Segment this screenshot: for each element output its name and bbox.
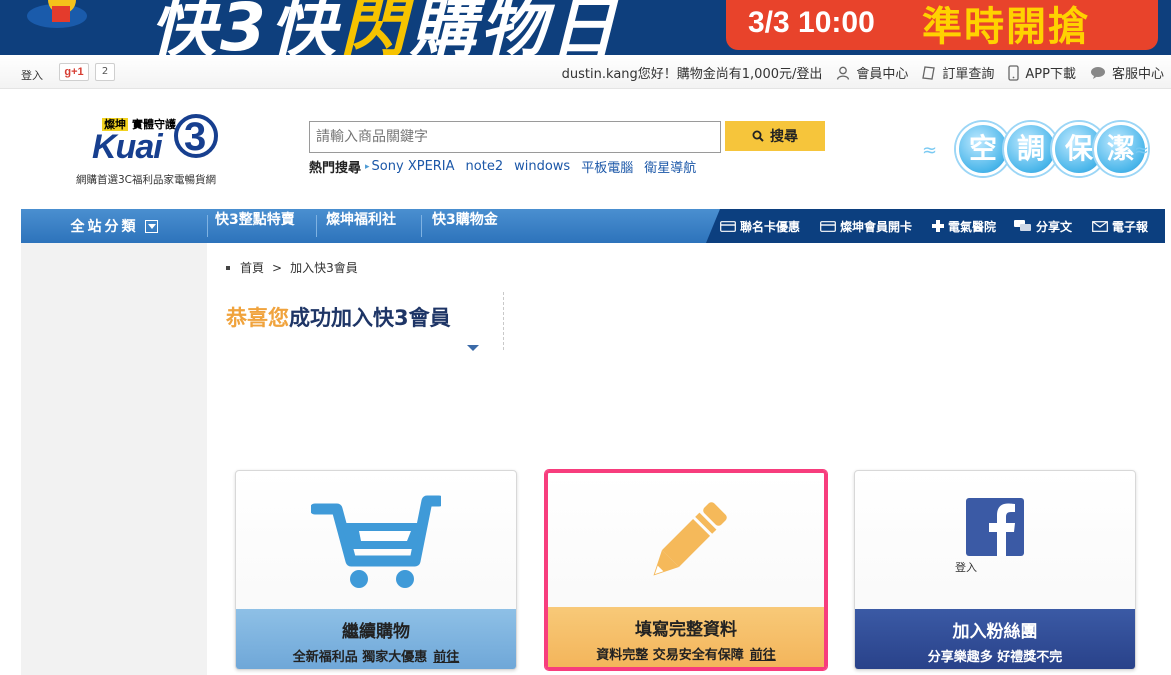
- user-menu: dustin.kang您好！購物金尚有1,000元/登出 會員中心 訂單查詢 A…: [548, 63, 1164, 82]
- join-fans-card[interactable]: 登入 加入粉絲團 分享樂趣多 好禮獎不完: [854, 470, 1136, 670]
- hot-keyword[interactable]: 衛星導航: [644, 157, 696, 176]
- banner-slogan: 快3快閃購物日: [150, 0, 620, 55]
- hot-keyword[interactable]: note2: [466, 159, 504, 174]
- breadcrumb-separator: >: [272, 260, 283, 275]
- card-footer: 加入粉絲團 分享樂趣多 好禮獎不完: [855, 609, 1135, 669]
- banner-time: 3/3 10:00: [748, 6, 875, 39]
- top-bar: 登入 g+1 2 dustin.kang您好！購物金尚有1,000元/登出 會員…: [0, 55, 1171, 89]
- banner-cta: 準時開搶: [922, 4, 1090, 50]
- nav-link[interactable]: 快3整點特賣: [215, 209, 295, 243]
- newsletter-link[interactable]: 電子報: [1092, 209, 1148, 243]
- greeting-text[interactable]: dustin.kang您好！購物金尚有1,000元/登出: [562, 63, 823, 82]
- page-title-highlight: 恭喜您: [226, 306, 289, 330]
- nav-link[interactable]: 燦坤福利社: [326, 209, 396, 243]
- logo-tagline: 網購首選3C福利品家電暢貨網: [76, 174, 217, 186]
- share-link[interactable]: 分享文: [1014, 209, 1072, 243]
- search-input[interactable]: [309, 121, 721, 153]
- card-icon-area: [855, 471, 1135, 611]
- go-link[interactable]: 前往: [433, 650, 459, 665]
- order-query-link[interactable]: 訂單查詢: [922, 63, 994, 82]
- card-footer: 繼續購物 全新福利品 獨家大優惠 前往: [236, 609, 516, 669]
- customer-service-link[interactable]: 客服中心: [1090, 63, 1164, 82]
- hot-search: 熱門搜尋 ▸ Sony XPERIA note2 windows 平板電腦 衛星…: [309, 157, 707, 176]
- hot-keyword[interactable]: windows: [514, 159, 570, 174]
- facebook-login-link[interactable]: 登入: [955, 559, 977, 575]
- search-icon: [752, 130, 764, 142]
- page-title-rest: 成功加入快3會員: [289, 306, 451, 330]
- mascot-icon: [27, 0, 87, 28]
- card-title: 加入粉絲團: [952, 622, 1038, 642]
- nav-divider: [207, 215, 208, 237]
- shopping-cart-icon: [311, 495, 441, 588]
- all-categories-menu[interactable]: 全站分類: [21, 209, 207, 243]
- phone-icon: [1008, 64, 1020, 81]
- promo-banner[interactable]: 快3快閃購物日 3/3 10:00 準時開搶: [0, 0, 1171, 55]
- logo-word: Kuai: [92, 128, 163, 166]
- card-footer: 填寫完整資料 資料完整 交易安全有保障 前往: [548, 607, 824, 667]
- title-divider: [503, 292, 504, 350]
- left-sidebar: [21, 243, 207, 675]
- google-plus-button[interactable]: g+1: [59, 63, 89, 81]
- card-icon-area: [236, 471, 516, 611]
- complete-profile-card[interactable]: 填寫完整資料 資料完整 交易安全有保障 前往: [545, 470, 827, 670]
- promo-char: 空: [956, 122, 1010, 176]
- member-card-link[interactable]: 燦坤會員開卡: [820, 209, 912, 243]
- aircon-promo[interactable]: ≈ 空 調 保 潔 ≈: [920, 118, 1152, 184]
- card-icon: [720, 220, 736, 232]
- go-link[interactable]: 前往: [750, 648, 776, 663]
- svg-text:3: 3: [184, 115, 206, 159]
- mail-icon: [1092, 220, 1108, 232]
- site-logo[interactable]: 燦坤 實體守護 Kuai 3 網購首選3C福利品家電暢貨網: [76, 102, 236, 186]
- order-icon: [922, 65, 936, 80]
- nav-link[interactable]: 快3購物金: [432, 209, 498, 243]
- plus-icon: [932, 220, 944, 232]
- facebook-icon: [966, 498, 1024, 556]
- breadcrumb: 首頁 > 加入快3會員: [226, 259, 358, 276]
- card-subtitle: 全新福利品 獨家大優惠 前往: [292, 650, 460, 665]
- card-title: 繼續購物: [342, 622, 410, 642]
- card-subtitle: 分享樂趣多 好禮獎不完: [927, 650, 1063, 665]
- google-plus-count: 2: [95, 63, 115, 81]
- search-button[interactable]: 搜尋: [725, 121, 825, 151]
- nav-divider: [316, 215, 317, 237]
- app-download-link[interactable]: APP下載: [1008, 63, 1076, 82]
- card-icon: [820, 220, 836, 232]
- cobrand-card-link[interactable]: 聯名卡優惠: [720, 209, 800, 243]
- pencil-icon: [653, 502, 727, 576]
- wave-icon: ≈: [922, 140, 938, 161]
- arrow-icon: ▸: [365, 161, 370, 172]
- comment-icon: [1014, 220, 1031, 231]
- hot-search-label: 熱門搜尋: [309, 161, 362, 176]
- login-link[interactable]: 登入: [21, 67, 43, 83]
- promo-char: 調: [1004, 122, 1058, 176]
- wave-icon: ≈: [1134, 140, 1150, 161]
- breadcrumb-home[interactable]: 首頁: [240, 259, 264, 276]
- logo-three-icon: 3: [174, 114, 218, 159]
- banner-slogan-bolt: 閃: [339, 0, 410, 55]
- member-center-link[interactable]: 會員中心: [836, 63, 908, 82]
- chat-icon: [1090, 66, 1105, 79]
- card-icon-area: [548, 473, 824, 613]
- hot-keyword[interactable]: Sony XPERIA: [372, 159, 455, 174]
- hot-keyword[interactable]: 平板電腦: [581, 157, 633, 176]
- bullet-icon: [226, 265, 230, 270]
- dropdown-icon: [144, 219, 158, 233]
- card-title: 填寫完整資料: [635, 620, 737, 640]
- nav-divider: [421, 215, 422, 237]
- main-nav: 全站分類 快3整點特賣 燦坤福利社 快3購物金 聯名卡優惠 燦坤會員開卡 電氣醫…: [21, 209, 1165, 243]
- banner-time-box: 3/3 10:00 準時開搶: [726, 0, 1158, 50]
- continue-shopping-card[interactable]: 繼續購物 全新福利品 獨家大優惠 前往: [235, 470, 517, 670]
- card-subtitle: 資料完整 交易安全有保障 前往: [596, 648, 776, 663]
- page-title: 恭喜您成功加入快3會員: [226, 302, 451, 332]
- user-icon: [837, 66, 850, 80]
- caret-down-icon: [467, 345, 479, 351]
- repair-link[interactable]: 電氣醫院: [932, 209, 996, 243]
- breadcrumb-current: 加入快3會員: [290, 261, 358, 275]
